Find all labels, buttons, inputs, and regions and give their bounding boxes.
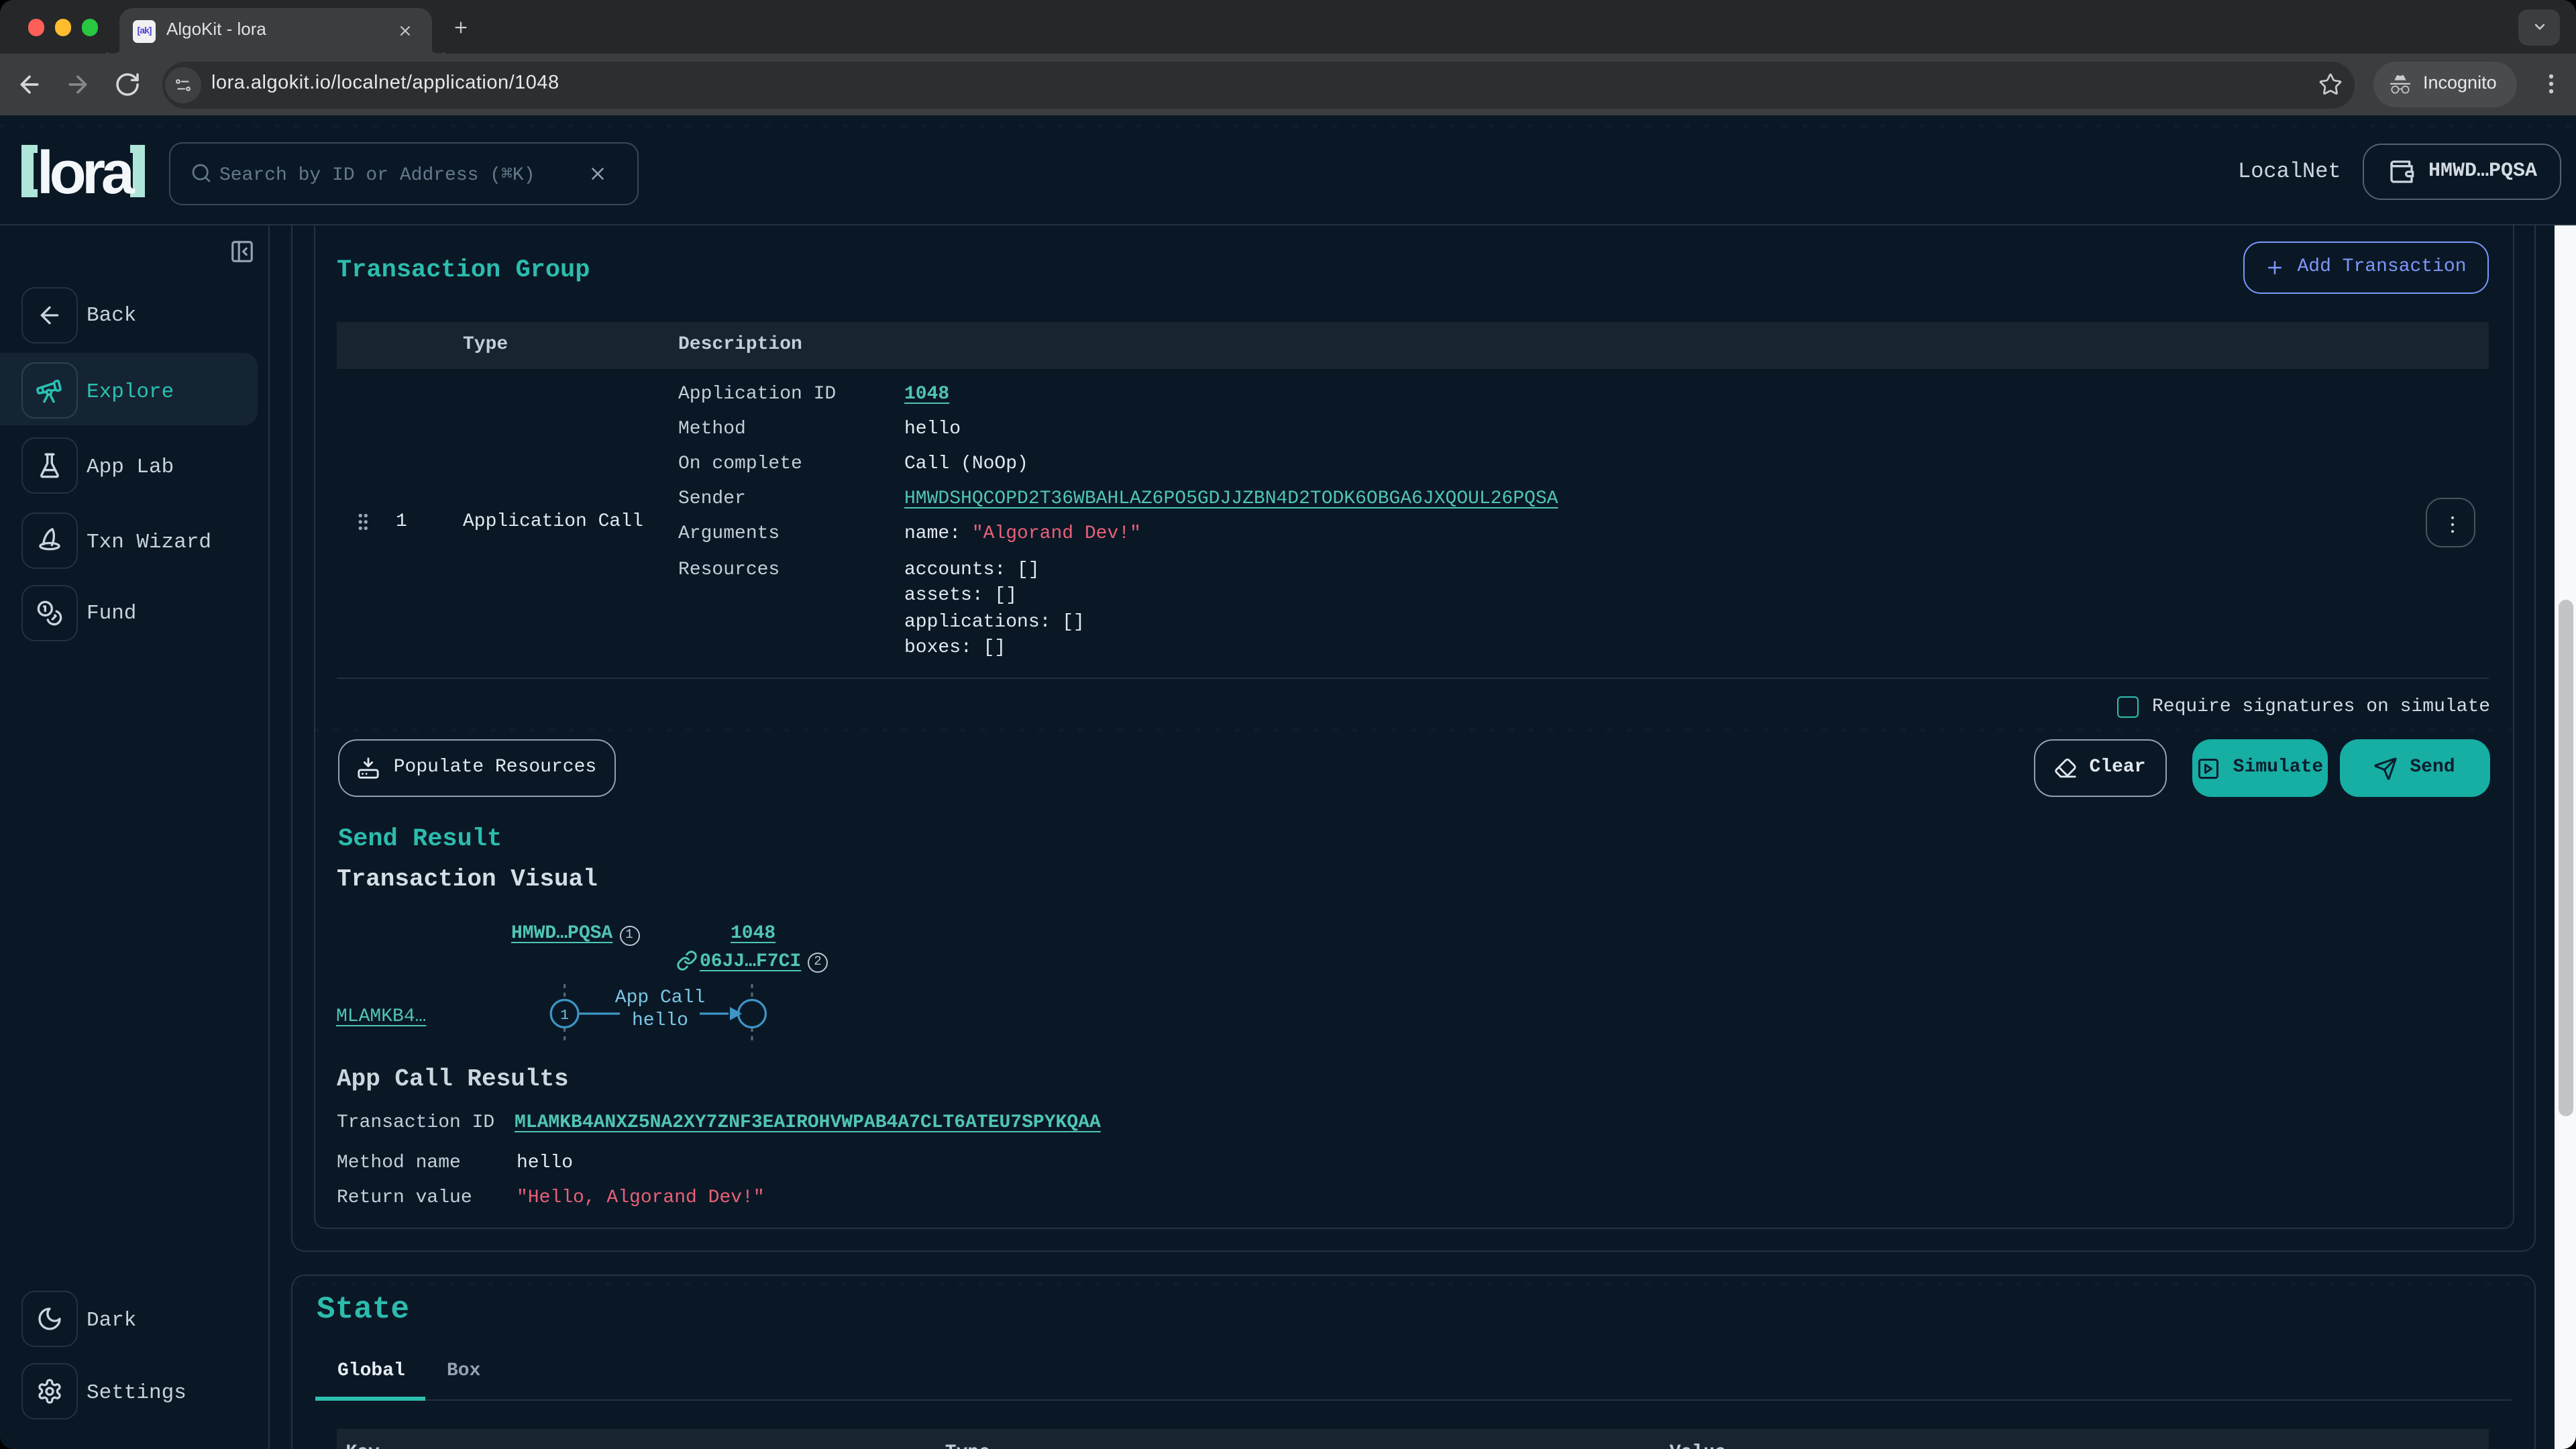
- svg-text:1: 1: [560, 1008, 569, 1023]
